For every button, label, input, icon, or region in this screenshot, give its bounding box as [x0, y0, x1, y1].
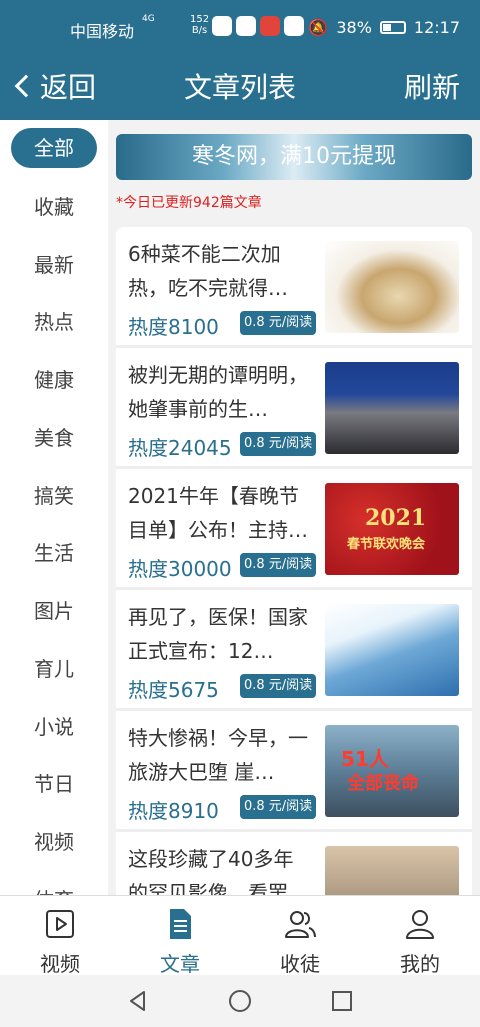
sidebar-item-all[interactable]: 全部	[11, 128, 97, 168]
clock: 12:17	[413, 18, 460, 37]
sidebar-item-sports[interactable]: 体育	[0, 880, 108, 895]
mute-icon: 🔕	[308, 18, 329, 37]
battery-percent: 38%	[336, 18, 372, 37]
sidebar-item-life[interactable]: 生活	[0, 533, 108, 573]
article-title: 再见了，医保！国家正式宣布：12…	[128, 605, 308, 663]
status-bar: 中国移动 4G 152 B/s ◉ 🔕 38% 12:17	[0, 0, 480, 56]
article-title: 6种菜不能二次加热，吃不完就得…	[128, 242, 288, 300]
update-notice: *今日已更新942篇文章	[116, 195, 262, 211]
article-heat: 热度24045	[128, 436, 232, 460]
article-card[interactable]: 被判无期的谭明明，她肇事前的生… 热度24045 0.8 元/阅读	[116, 348, 472, 466]
sidebar-item-funny[interactable]: 搞笑	[0, 476, 108, 516]
app-header: 中国移动 4G 152 B/s ◉ 🔕 38% 12:17 返回 文章列表 刷新	[0, 0, 480, 120]
sidebar-item-pictures[interactable]: 图片	[0, 591, 108, 631]
article-price-badge: 0.8 元/阅读	[240, 311, 317, 335]
nav-article[interactable]: 文章	[120, 896, 240, 976]
article-heat: 热度30000	[128, 557, 232, 581]
thumbnail-caption: 春节联欢晚会	[347, 537, 426, 552]
nav-label: 我的	[400, 952, 440, 976]
qq-icon	[236, 16, 256, 36]
network-speed: 152 B/s	[190, 14, 210, 36]
article-price-badge: 0.8 元/阅读	[240, 674, 317, 698]
article-icon	[170, 909, 191, 939]
users-icon	[285, 911, 316, 938]
bottom-nav: 视频 文章 收徒 我的	[0, 895, 480, 976]
article-price-badge: 0.8 元/阅读	[240, 795, 317, 819]
article-price-badge: 0.8 元/阅读	[240, 432, 317, 456]
battery-icon	[379, 21, 406, 34]
sidebar-item-favorites[interactable]: 收藏	[0, 187, 108, 227]
nav-video[interactable]: 视频	[0, 896, 120, 976]
nav-label: 视频	[40, 952, 80, 976]
nav-label: 收徒	[280, 952, 320, 976]
article-card[interactable]: 特大惨祸！今早，一旅游大巴堕 崖… 热度8910 0.8 元/阅读 51人 全部…	[116, 711, 472, 829]
article-title: 被判无期的谭明明，她肇事前的生…	[128, 363, 308, 421]
app-notification-icon	[212, 16, 232, 36]
thumbnail-caption: 全部丧命	[347, 773, 419, 794]
sidebar-item-food[interactable]: 美食	[0, 418, 108, 458]
sidebar-item-health[interactable]: 健康	[0, 360, 108, 400]
network-type: 4G	[142, 14, 155, 24]
article-card[interactable]: 2021牛年【春晚节目单】公布！主持… 热度30000 0.8 元/阅读 202…	[116, 469, 472, 587]
sidebar-item-video[interactable]: 视频	[0, 822, 108, 862]
promo-banner[interactable]: 寒冬网，满10元提现	[116, 134, 472, 180]
nav-label: 文章	[160, 952, 200, 976]
article-heat: 热度8910	[128, 799, 219, 823]
article-thumbnail	[325, 846, 459, 895]
recents-square-icon[interactable]	[330, 989, 354, 1013]
article-thumbnail: 51人 全部丧命	[325, 725, 459, 817]
back-triangle-icon[interactable]	[126, 989, 150, 1013]
article-title: 2021牛年【春晚节目单】公布！主持…	[128, 484, 308, 542]
article-card[interactable]: 再见了，医保！国家正式宣布：12… 热度5675 0.8 元/阅读	[116, 590, 472, 708]
article-thumbnail	[325, 362, 459, 454]
nav-recruit[interactable]: 收徒	[240, 896, 360, 976]
nav-me[interactable]: 我的	[360, 896, 480, 976]
system-nav-bar	[0, 975, 480, 1027]
refresh-button[interactable]: 刷新	[404, 66, 460, 106]
article-heat: 热度8100	[128, 315, 219, 339]
category-sidebar[interactable]: 全部 收藏 最新 热点 健康 美食 搞笑 生活 图片 育儿 小说 节日 视频 体…	[0, 120, 108, 895]
article-title: 特大惨祸！今早，一旅游大巴堕 崖…	[128, 726, 308, 784]
news-app-icon	[260, 16, 280, 36]
thumbnail-year: 2021	[365, 505, 427, 531]
sidebar-item-parenting[interactable]: 育儿	[0, 649, 108, 689]
article-title: 这段珍藏了40多年的罕见影像，看罢…	[128, 847, 308, 895]
thumbnail-count: 51人	[341, 747, 389, 771]
status-right: ◉ 🔕 38% 12:17	[286, 18, 460, 37]
article-card[interactable]: 6种菜不能二次加热，吃不完就得… 热度8100 0.8 元/阅读	[116, 227, 472, 345]
carrier-label: 中国移动	[70, 22, 135, 41]
article-heat: 热度5675	[128, 678, 219, 702]
sidebar-item-hot[interactable]: 热点	[0, 302, 108, 342]
home-circle-icon[interactable]	[228, 989, 252, 1013]
article-thumbnail	[325, 604, 459, 696]
article-price-badge: 0.8 元/阅读	[240, 553, 317, 577]
sidebar-item-novel[interactable]: 小说	[0, 707, 108, 747]
article-thumbnail	[325, 241, 459, 333]
eye-icon: ◉	[286, 18, 301, 37]
article-card[interactable]: 这段珍藏了40多年的罕见影像，看罢…	[116, 832, 472, 895]
sidebar-item-holiday[interactable]: 节日	[0, 764, 108, 804]
sidebar-item-latest[interactable]: 最新	[0, 245, 108, 285]
video-icon	[46, 910, 74, 938]
article-thumbnail: 2021 春节联欢晚会	[325, 483, 459, 575]
person-icon	[406, 910, 434, 939]
